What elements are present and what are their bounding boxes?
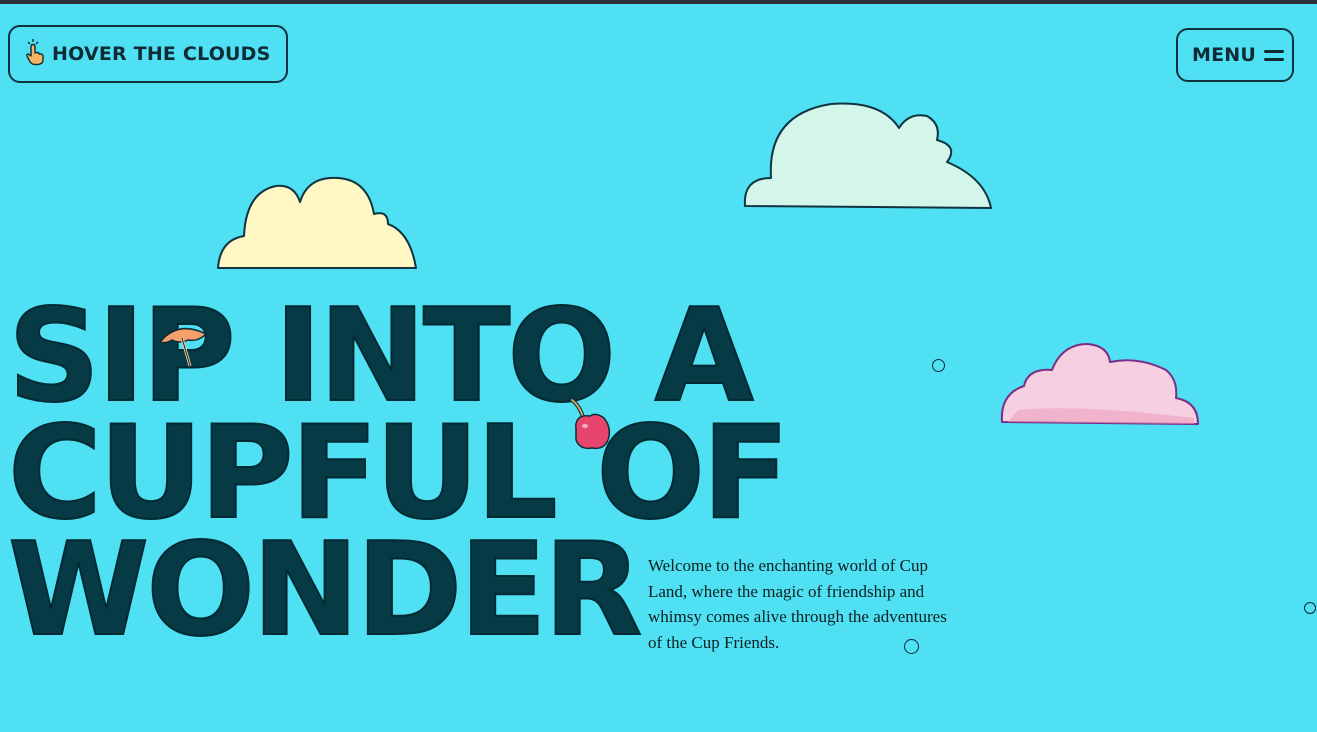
bubble (1304, 602, 1316, 614)
headline-line-1: SIP INTO A (7, 282, 755, 431)
menu-label: MENU (1192, 44, 1257, 66)
mint-cloud[interactable] (741, 100, 997, 214)
bubble (932, 359, 945, 372)
yellow-cloud[interactable] (214, 172, 420, 274)
umbrella-icon (159, 327, 207, 367)
hover-clouds-button[interactable]: HOVER THE CLOUDS (8, 25, 288, 83)
pointing-hand-icon (24, 38, 46, 71)
hamburger-icon (1264, 49, 1285, 61)
hover-clouds-label: HOVER THE CLOUDS (52, 43, 271, 65)
top-strip (0, 0, 1317, 4)
headline-line-2: CUPFUL OF (7, 399, 790, 548)
bubble (904, 639, 919, 654)
pink-cloud[interactable] (998, 340, 1204, 430)
cherry-icon (570, 398, 611, 450)
menu-button[interactable]: MENU (1176, 28, 1294, 82)
